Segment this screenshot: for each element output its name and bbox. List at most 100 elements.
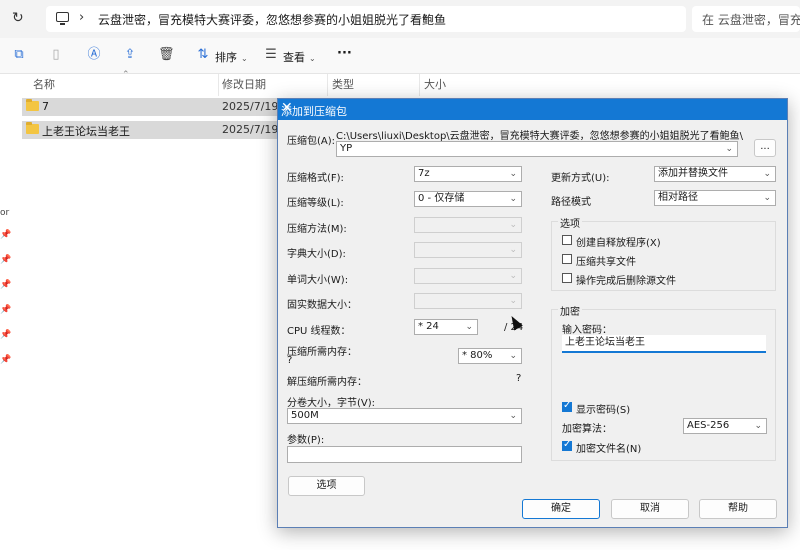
decompress-memory-label: 解压缩所需内存： xyxy=(287,377,367,388)
level-value: 0 - 仅存储 xyxy=(418,193,465,204)
show-password-checkbox[interactable] xyxy=(562,400,572,412)
file-name: 上老王论坛当老王 xyxy=(42,125,130,138)
column-header-name[interactable]: 名称 xyxy=(33,76,55,94)
chevron-down-icon: ⌄ xyxy=(509,169,517,179)
delete-icon[interactable]: 🗑 xyxy=(158,47,175,63)
share-icon[interactable]: ⇪ xyxy=(122,47,138,63)
options-group-title: 选项 xyxy=(558,215,582,230)
pin-icon: 📌 xyxy=(0,355,12,365)
compress-shared-label: 压缩共享文件 xyxy=(576,257,636,268)
view-button[interactable]: 查看 ⌄ xyxy=(283,49,316,65)
chevron-down-icon: ⌄ xyxy=(509,220,517,230)
level-label: 压缩等级(L): xyxy=(287,198,344,209)
pin-icon: 📌 xyxy=(0,280,12,290)
chevron-down-icon: ⌄ xyxy=(763,193,771,203)
chevron-right-icon[interactable]: › xyxy=(422,10,427,25)
archive-name-value: YP xyxy=(340,143,353,154)
chevron-down-icon: ⌄ xyxy=(509,245,517,255)
chevron-down-icon: ⌄ xyxy=(509,351,517,361)
rename-icon[interactable]: Ⓐ xyxy=(86,47,102,63)
compress-memory-unknown: ? xyxy=(287,355,293,366)
dict-size-label: 字典大小(D): xyxy=(287,249,346,260)
file-row[interactable]: 上老王论坛当老王 2025/7/19 1 xyxy=(22,121,289,139)
cancel-button[interactable]: 取消 xyxy=(611,499,689,519)
paste-icon[interactable]: ▯ xyxy=(48,47,64,63)
path-mode-select[interactable]: 相对路径 ⌄ xyxy=(654,190,776,206)
archive-path: C:\Users\liuxi\Desktop\云盘泄密，冒充模特大赛评委，忽悠想… xyxy=(336,131,744,142)
cpu-threads-label: CPU 线程数： xyxy=(287,326,351,337)
column-divider[interactable] xyxy=(419,74,420,96)
browse-button[interactable]: ... xyxy=(754,139,776,157)
encrypt-names-checkbox[interactable] xyxy=(562,439,572,451)
level-select[interactable]: 0 - 仅存储 ⌄ xyxy=(414,191,522,207)
cpu-threads-select[interactable]: * 24 ⌄ xyxy=(414,319,478,335)
solid-size-select[interactable]: ⌄ xyxy=(414,293,522,309)
encryption-group-title: 加密 xyxy=(558,303,582,318)
update-mode-select[interactable]: 添加并替换文件 ⌄ xyxy=(654,166,776,182)
delete-after-checkbox[interactable] xyxy=(562,273,572,283)
create-sfx-checkbox[interactable] xyxy=(562,235,572,245)
encryption-method-value: AES-256 xyxy=(687,420,730,431)
column-divider[interactable] xyxy=(218,74,219,96)
file-row[interactable]: 7 2025/7/19 1 xyxy=(22,98,289,116)
archive-label: 压缩包(A): xyxy=(287,136,336,147)
volume-size-value: 500M xyxy=(291,410,319,421)
word-size-select[interactable]: ⌄ xyxy=(414,268,522,284)
dialog-titlebar[interactable]: 添加到压缩包 ✕ xyxy=(278,99,787,120)
volume-size-label: 分卷大小，字节(V): xyxy=(287,398,376,409)
create-sfx-label: 创建自释放程序(X) xyxy=(576,238,661,249)
sort-up-icon: ⌃ xyxy=(122,70,130,80)
column-header-date[interactable]: 修改日期 xyxy=(222,76,266,94)
chevron-down-icon: ⌄ xyxy=(754,421,762,431)
solid-size-label: 固实数据大小： xyxy=(287,300,357,311)
volume-size-combo[interactable]: 500M ⌄ xyxy=(287,408,522,424)
ok-button[interactable]: 确定 xyxy=(522,499,600,519)
sort-icon[interactable]: ⇅ xyxy=(195,47,211,63)
method-select[interactable]: ⌄ xyxy=(414,217,522,233)
options-button[interactable]: 选项 xyxy=(288,476,365,496)
breadcrumb-folder[interactable]: 云盘泄密，冒充模特大赛评委，忽悠想参赛的小姐姐脱光了看鲍鱼 xyxy=(98,11,446,28)
compress-memory-value: * 80% xyxy=(462,350,493,361)
chevron-right-icon[interactable]: › xyxy=(79,10,84,25)
nav-item-partial[interactable]: or xyxy=(0,208,9,218)
address-bar[interactable]: › 云盘泄密，冒充模特大赛评委，忽悠想参赛的小姐姐脱光了看鲍鱼 › xyxy=(46,6,686,32)
chevron-down-icon[interactable]: ⌄ xyxy=(725,142,733,156)
path-mode-label: 路径模式 xyxy=(551,197,591,208)
path-mode-value: 相对路径 xyxy=(658,192,698,203)
add-to-archive-dialog: 添加到压缩包 ✕ 压缩包(A): C:\Users\liuxi\Desktop\… xyxy=(277,98,788,528)
copy-icon[interactable]: ⧉ xyxy=(11,47,27,63)
help-button[interactable]: 帮助 xyxy=(699,499,777,519)
parameters-label: 参数(P): xyxy=(287,435,325,446)
close-icon[interactable]: ✕ xyxy=(281,100,779,116)
refresh-icon[interactable]: ↻ xyxy=(12,10,28,26)
decompress-memory-value: ? xyxy=(516,373,522,384)
compress-shared-checkbox[interactable] xyxy=(562,254,572,264)
encryption-method-select[interactable]: AES-256 ⌄ xyxy=(683,418,767,434)
column-divider[interactable] xyxy=(327,74,328,96)
dict-size-select[interactable]: ⌄ xyxy=(414,242,522,258)
pin-icon: 📌 xyxy=(0,255,12,265)
sort-button[interactable]: 排序 ⌄ xyxy=(215,49,248,65)
parameters-input[interactable] xyxy=(287,446,522,463)
chevron-down-icon: ⌄ xyxy=(509,411,517,421)
computer-icon xyxy=(56,12,69,25)
more-options-button[interactable]: ··· xyxy=(337,46,352,61)
password-input[interactable]: 上老王论坛当老王 xyxy=(562,335,766,353)
column-header-size[interactable]: 大小 xyxy=(424,76,446,94)
navigation-pane: or 📌 📌 📌 📌 📌 📌 xyxy=(0,74,14,550)
archive-name-combo[interactable]: YP ⌄ xyxy=(336,141,738,157)
method-label: 压缩方法(M): xyxy=(287,224,347,235)
command-bar: ⧉ ▯ Ⓐ ⇪ 🗑 ⇅ 排序 ⌄ ☰ 查看 ⌄ ··· xyxy=(0,38,800,74)
format-select[interactable]: 7z ⌄ xyxy=(414,166,522,182)
encryption-method-label: 加密算法： xyxy=(562,424,612,435)
compress-memory-select[interactable]: * 80% ⌄ xyxy=(458,348,522,364)
show-password-label: 显示密码(S) xyxy=(576,405,631,416)
folder-icon xyxy=(26,122,39,134)
column-header-type[interactable]: 类型 xyxy=(332,76,354,94)
search-box[interactable]: 在 云盘泄密，冒充模特 xyxy=(692,6,800,32)
encrypt-names-label: 加密文件名(N) xyxy=(576,444,642,455)
chevron-down-icon: ⌄ xyxy=(241,54,248,63)
view-icon[interactable]: ☰ xyxy=(263,47,279,63)
chevron-down-icon: ⌄ xyxy=(509,271,517,281)
view-label: 查看 xyxy=(283,51,305,64)
